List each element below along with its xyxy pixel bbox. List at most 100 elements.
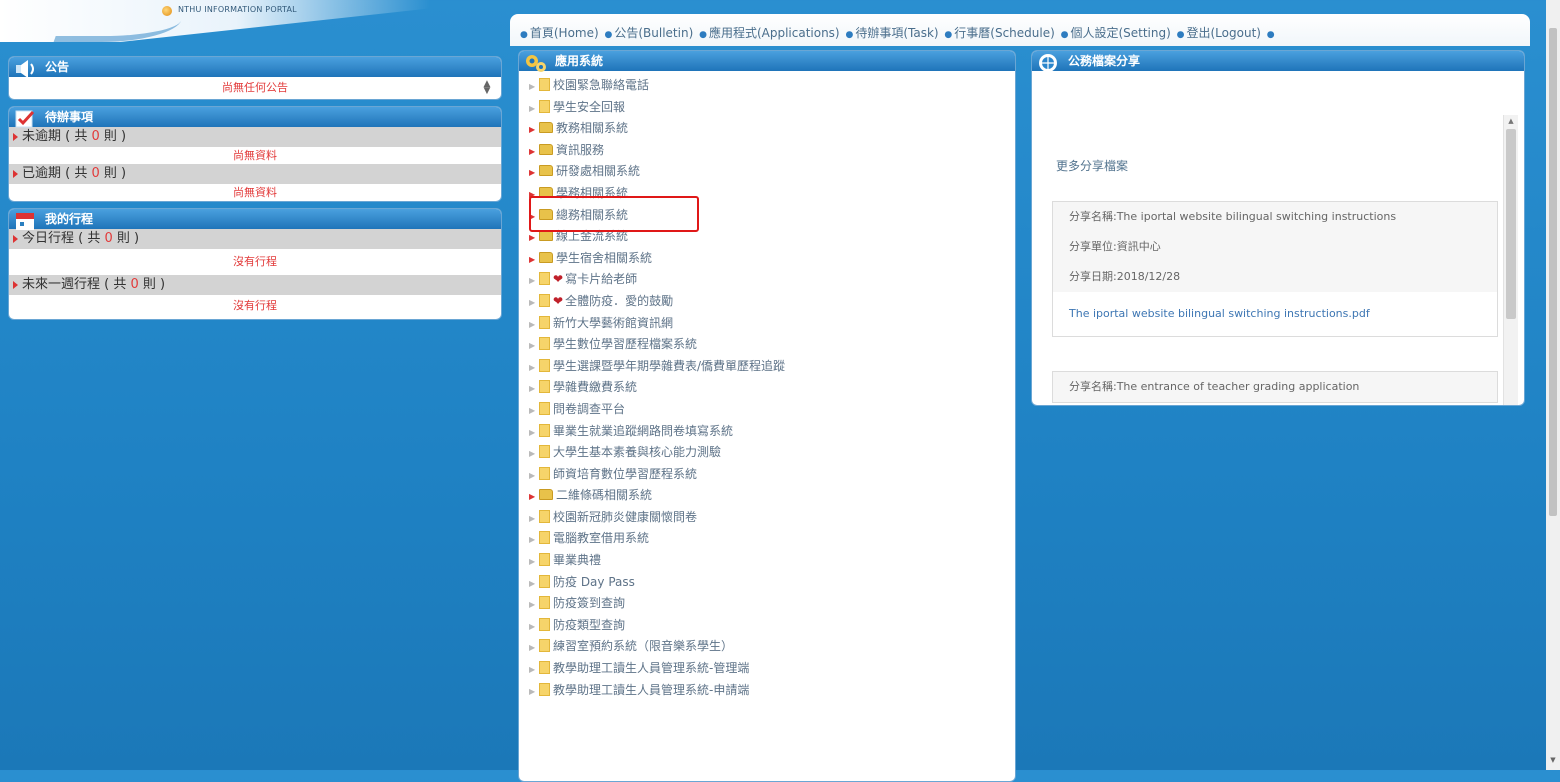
todo-title: 待辦事項	[9, 107, 501, 128]
app-item[interactable]: ▶ 教學助理工讀生人員管理系統-管理端	[529, 658, 1015, 680]
app-item[interactable]: ▶ 師資培育數位學習歷程系統	[529, 464, 1015, 486]
heart-icon: ❤	[553, 293, 564, 308]
expand-arrow-icon: ▶	[529, 146, 536, 156]
app-item-label: 大學生基本素養與核心能力測驗	[553, 445, 722, 460]
app-item[interactable]: ▶ 大學生基本素養與核心能力測驗	[529, 442, 1015, 464]
left-column: 公告 尚無任何公告 ▲ ▼ 待辦事項 未逾期 ( 共 0 則 ) 尚無資料 已逾期…	[8, 56, 502, 326]
schedule-week-count: 0	[130, 277, 139, 292]
schedule-row-week[interactable]: 未來一週行程 ( 共 0 則 )	[9, 275, 501, 295]
app-item[interactable]: ▶ 問卷調查平台	[529, 399, 1015, 421]
nav-bullet-icon: ●	[604, 30, 613, 40]
triangle-icon	[13, 280, 18, 289]
logo-icon	[162, 6, 172, 16]
logo-text: NTHU INFORMATION PORTAL	[178, 5, 297, 14]
app-item[interactable]: ▶ 學生數位學習歷程檔案系統	[529, 334, 1015, 356]
app-item[interactable]: ▶ 學生選課暨學年期學雜費表/僑費單歷程追蹤	[529, 356, 1015, 378]
expand-arrow-icon: ▶	[529, 168, 536, 178]
app-item-label: 線上金流系統	[556, 229, 629, 244]
app-item[interactable]: ▶ 防疫 Day Pass	[529, 572, 1015, 594]
nav-home[interactable]: 首頁(Home)	[530, 26, 599, 40]
page-scroll-thumb[interactable]	[1549, 28, 1557, 516]
app-item[interactable]: ▶ 畢業生就業追蹤網路問卷填寫系統	[529, 421, 1015, 443]
app-item[interactable]: ▶ 學生安全回報	[529, 97, 1015, 119]
share-name: 分享名稱:The iportal website bilingual switc…	[1069, 210, 1397, 223]
globe-icon	[1039, 54, 1057, 72]
app-item[interactable]: ▶ 研發處相關系統	[529, 161, 1015, 183]
bullet-arrow-icon: ▶	[529, 427, 536, 437]
app-item[interactable]: ▶ 二維條碼相關系統	[529, 485, 1015, 507]
file-icon	[539, 358, 550, 372]
app-item[interactable]: ▶ 電腦教室借用系統	[529, 528, 1015, 550]
todo-row-overdue[interactable]: 已逾期 ( 共 0 則 )	[9, 164, 501, 184]
todo-panel: 待辦事項 未逾期 ( 共 0 則 ) 尚無資料 已逾期 ( 共 0 則 ) 尚無…	[8, 106, 502, 202]
file-icon	[539, 509, 550, 523]
app-item[interactable]: ▶ 總務相關系統	[529, 205, 1015, 227]
file-icon	[539, 639, 550, 653]
app-item-label: 電腦教室借用系統	[553, 531, 650, 546]
app-item[interactable]: ▶ 防疫簽到查詢	[529, 593, 1015, 615]
nav-applications[interactable]: 應用程式(Applications)	[709, 26, 840, 40]
nav-task[interactable]: 待辦事項(Task)	[855, 26, 938, 40]
todo-overdue-suffix: 則 )	[99, 166, 127, 181]
schedule-week-prefix: 未來一週行程 ( 共	[22, 277, 131, 292]
schedule-today-suffix: 則 )	[112, 231, 140, 246]
app-item[interactable]: ▶ 線上金流系統	[529, 226, 1015, 248]
bullet-arrow-icon: ▶	[529, 449, 536, 459]
bullet-arrow-icon: ▶	[529, 643, 536, 653]
app-item[interactable]: ▶ 教學助理工讀生人員管理系統-申請端	[529, 680, 1015, 702]
app-item-label: 資訊服務	[556, 142, 605, 157]
app-item[interactable]: ▶ 新竹大學藝術館資訊網	[529, 313, 1015, 335]
app-item-label: 總務相關系統	[556, 207, 629, 222]
app-item-label: 學生數位學習歷程檔案系統	[553, 337, 698, 352]
app-item[interactable]: ▶ 教務相關系統	[529, 118, 1015, 140]
app-item[interactable]: ▶ ❤ 寫卡片給老師	[529, 269, 1015, 291]
app-item-label: 練習室預約系統（限音樂系學生）	[553, 639, 734, 654]
app-item[interactable]: ▶ 學務相關系統	[529, 183, 1015, 205]
bullet-arrow-icon: ▶	[529, 319, 536, 329]
bullet-arrow-icon: ▶	[529, 276, 536, 286]
announcement-empty: 尚無任何公告 ▲ ▼	[9, 77, 501, 99]
scroll-thumb[interactable]	[1506, 129, 1516, 319]
share-file-link[interactable]: The iportal website bilingual switching …	[1053, 292, 1497, 336]
file-share-scrollbar[interactable]: ▲ ▼	[1503, 115, 1518, 405]
spinner-icon[interactable]: ▲ ▼	[483, 80, 491, 96]
app-item[interactable]: ▶ 學雜費繳費系統	[529, 377, 1015, 399]
app-item-label: 二維條碼相關系統	[556, 488, 653, 503]
app-item[interactable]: ▶ 資訊服務	[529, 140, 1015, 162]
applications-title: 應用系統	[519, 51, 1015, 72]
todo-title-text: 待辦事項	[45, 110, 94, 124]
heart-icon	[539, 293, 550, 307]
app-item[interactable]: ▶ 校園新冠肺炎健康關懷問卷	[529, 507, 1015, 529]
app-item[interactable]: ▶ 校園緊急聯絡電話	[529, 75, 1015, 97]
scroll-down-icon[interactable]: ▼	[1546, 756, 1560, 768]
app-item[interactable]: ▶ ❤ 全體防疫．愛的鼓勵	[529, 291, 1015, 313]
app-item[interactable]: ▶ 畢業典禮	[529, 550, 1015, 572]
nav-logout[interactable]: 登出(Logout)	[1187, 26, 1261, 40]
todo-overdue-count: 0	[91, 166, 100, 181]
app-item-label: 師資培育數位學習歷程系統	[553, 466, 698, 481]
nav-setting[interactable]: 個人設定(Setting)	[1070, 26, 1170, 40]
todo-row-pending[interactable]: 未逾期 ( 共 0 則 )	[9, 127, 501, 147]
app-item-label: 學生安全回報	[553, 99, 626, 114]
bullet-arrow-icon: ▶	[529, 600, 536, 610]
folder-icon	[539, 122, 553, 134]
top-nav: ● 首頁(Home) ● 公告(Bulletin) ● 應用程式(Applicatio…	[510, 14, 1530, 46]
more-files-link[interactable]: 更多分享檔案	[1056, 157, 1128, 174]
app-item-label: 防疫簽到查詢	[553, 596, 626, 611]
page-scrollbar[interactable]: ▼	[1546, 0, 1560, 770]
nav-bulletin[interactable]: 公告(Bulletin)	[614, 26, 693, 40]
schedule-row-today[interactable]: 今日行程 ( 共 0 則 )	[9, 229, 501, 249]
app-item[interactable]: ▶ 學生宿舍相關系統	[529, 248, 1015, 270]
app-item-label: 防疫 Day Pass	[553, 574, 635, 589]
file-share-panel: 公務檔案分享 更多分享檔案 分享名稱:The iportal website b…	[1031, 50, 1525, 406]
app-item[interactable]: ▶ 防疫類型查詢	[529, 615, 1015, 637]
todo-pending-empty: 尚無資料	[233, 149, 277, 162]
nav-bullet-icon: ●	[845, 30, 854, 40]
folder-icon	[539, 230, 553, 242]
scroll-up-icon[interactable]: ▲	[1504, 115, 1518, 127]
file-icon	[539, 596, 550, 610]
file-icon	[539, 574, 550, 588]
app-item[interactable]: ▶ 練習室預約系統（限音樂系學生）	[529, 636, 1015, 658]
app-item-label: 校園新冠肺炎健康關懷問卷	[553, 509, 698, 524]
nav-schedule[interactable]: 行事曆(Schedule)	[954, 26, 1055, 40]
